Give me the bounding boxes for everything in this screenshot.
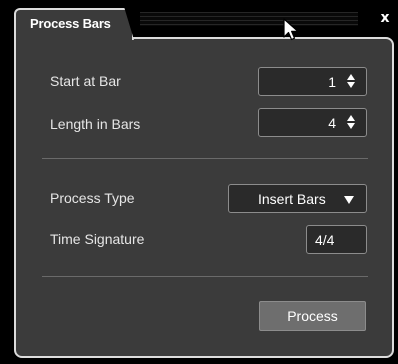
length-in-bars-field[interactable]: 4: [258, 108, 367, 137]
spinner-up-icon[interactable]: [347, 74, 355, 80]
process-type-dropdown[interactable]: Insert Bars: [228, 184, 367, 213]
time-signature-label: Time Signature: [50, 231, 145, 247]
spinner-down-icon[interactable]: [347, 82, 355, 88]
spinner-down-icon[interactable]: [347, 123, 355, 129]
start-at-bar-label: Start at Bar: [50, 73, 121, 89]
time-signature-value: 4/4: [315, 232, 335, 248]
time-signature-field[interactable]: 4/4: [306, 225, 367, 254]
length-in-bars-value: 4: [328, 115, 336, 131]
spinner-icon[interactable]: [347, 115, 356, 129]
process-button[interactable]: Process: [259, 301, 366, 331]
divider: [42, 276, 368, 277]
process-type-label: Process Type: [50, 190, 135, 206]
spinner-icon[interactable]: [347, 74, 356, 88]
process-type-value: Insert Bars: [258, 191, 326, 207]
dialog-frame: x Process Bars Start at Bar 1 Length in …: [0, 0, 398, 364]
chevron-down-icon: [344, 196, 354, 204]
start-at-bar-value: 1: [328, 74, 336, 90]
length-in-bars-label: Length in Bars: [50, 116, 141, 132]
mouse-cursor-icon: [283, 18, 299, 41]
dialog-title: Process Bars: [30, 16, 111, 31]
title-bar-grip[interactable]: [140, 12, 358, 26]
tab-joint: [16, 35, 128, 40]
start-at-bar-field[interactable]: 1: [258, 67, 367, 96]
close-icon[interactable]: x: [378, 10, 392, 26]
spinner-up-icon[interactable]: [347, 115, 355, 121]
divider: [42, 158, 368, 159]
